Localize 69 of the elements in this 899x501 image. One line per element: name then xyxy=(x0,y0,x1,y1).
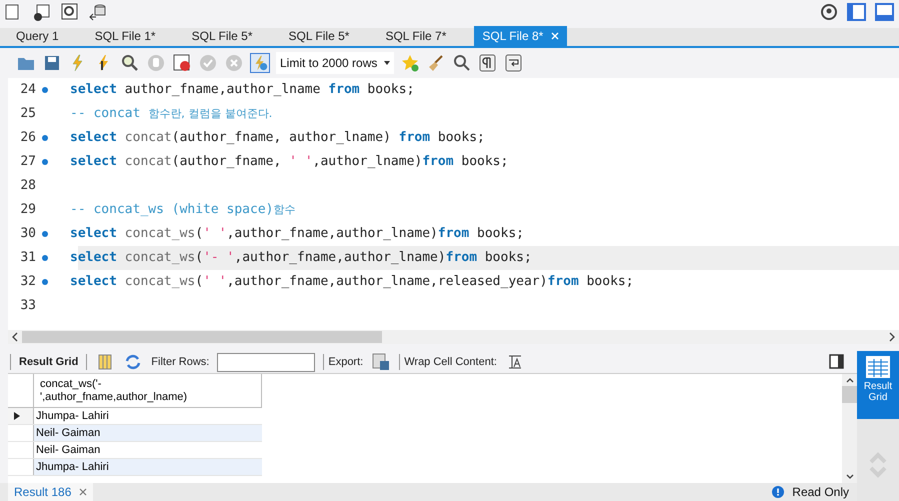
statement-marker-icon xyxy=(42,159,48,165)
line-number: 26 xyxy=(19,129,36,148)
table-cell[interactable]: Neil- Gaiman xyxy=(34,442,262,458)
filter-field[interactable] xyxy=(217,352,316,372)
line-number: 28 xyxy=(19,177,36,196)
statement-marker-icon xyxy=(42,135,48,141)
code-line: select concat(author_fname, author_lname) from books; xyxy=(70,129,485,148)
save-icon[interactable] xyxy=(42,53,62,73)
limit-select[interactable]: Limit to 2000 rows xyxy=(276,52,394,74)
word-wrap-icon[interactable] xyxy=(504,53,524,73)
table-cell[interactable]: Jhumpa- Lahiri xyxy=(34,408,262,424)
statement-marker-icon xyxy=(42,255,48,261)
error-toggle-icon[interactable] xyxy=(172,53,192,73)
grid-icon xyxy=(865,355,891,379)
dropdown-caret-icon xyxy=(384,61,390,65)
code-line: select concat_ws('- ',author_fname,author_lname)from books; xyxy=(70,249,532,268)
line-number: 27 xyxy=(19,153,36,172)
code-line: select author_fname,author_lname from books; xyxy=(70,81,414,100)
line-number: 29 xyxy=(19,201,36,220)
statement-marker-icon xyxy=(42,231,48,237)
code-line: -- concat_ws (white space)함수 xyxy=(70,201,296,220)
table-cell[interactable]: Jhumpa- Lahiri xyxy=(34,459,262,475)
result-grid-label: Result Grid xyxy=(10,354,88,370)
row-header[interactable] xyxy=(8,408,34,424)
result-grid-panel-button[interactable]: Result Grid xyxy=(857,351,899,419)
table-cell[interactable]: Neil- Gaiman xyxy=(34,425,262,441)
database-sync-icon[interactable] xyxy=(88,2,108,22)
output-toggle-icon[interactable] xyxy=(875,2,895,22)
pilcrow-icon[interactable] xyxy=(478,53,498,73)
statement-marker-icon xyxy=(42,279,48,285)
editor-tab[interactable]: SQL File 5* xyxy=(280,26,358,46)
check-icon[interactable] xyxy=(198,53,218,73)
line-number: 30 xyxy=(19,225,36,244)
filter-label: Filter Rows: xyxy=(151,354,210,370)
code-editor[interactable] xyxy=(8,78,899,330)
line-number: 32 xyxy=(19,273,36,292)
settings-icon[interactable] xyxy=(819,2,839,22)
code-line: select concat_ws(' ',author_fname,author_lname,released_year)from books; xyxy=(70,273,634,292)
magnifier-icon[interactable] xyxy=(120,53,140,73)
code-line: select concat(author_fname, ' ',author_lname)from books; xyxy=(70,153,508,172)
vertical-scrollbar[interactable] xyxy=(842,374,857,483)
line-number: 25 xyxy=(19,105,36,124)
wrap-label: Wrap Cell Content: xyxy=(399,354,497,370)
code-line: -- concat 함수란, 컬럼을 붙여준다. xyxy=(70,105,272,124)
info-icon xyxy=(772,486,784,498)
line-number: 24 xyxy=(19,81,36,100)
autocommit-icon[interactable] xyxy=(250,53,270,73)
editor-tab[interactable]: SQL File 5* xyxy=(184,26,261,46)
status-text: Read Only xyxy=(792,484,849,501)
close-icon[interactable] xyxy=(79,488,88,496)
line-number: 31 xyxy=(19,249,36,268)
code-line: select concat_ws(' ',author_fname,author_lname)from books; xyxy=(70,225,524,244)
export-label: Export: xyxy=(323,354,364,370)
scroll-thumb[interactable] xyxy=(842,386,857,403)
editor-tab[interactable]: SQL File 7* xyxy=(377,26,454,46)
column-header[interactable]: concat_ws('- ',author_fname,author_lname) xyxy=(34,374,262,407)
export-icon[interactable] xyxy=(371,352,392,372)
horizontal-scrollbar[interactable] xyxy=(8,330,899,344)
result-tab[interactable]: Result 186 xyxy=(8,483,94,501)
editor-tab[interactable]: SQL File 1* xyxy=(86,26,164,46)
line-number: 33 xyxy=(19,297,36,316)
panel-toggle-icon[interactable] xyxy=(827,352,847,372)
star-add-icon[interactable] xyxy=(400,53,420,73)
sidebar-toggle-icon[interactable] xyxy=(847,2,867,22)
editor-tab[interactable]: Query 1 xyxy=(8,26,67,46)
scroll-thumb[interactable] xyxy=(22,331,382,343)
search-icon[interactable] xyxy=(452,53,472,73)
statement-marker-icon xyxy=(42,87,48,93)
editor-tab[interactable]: SQL File 8* xyxy=(474,26,568,46)
